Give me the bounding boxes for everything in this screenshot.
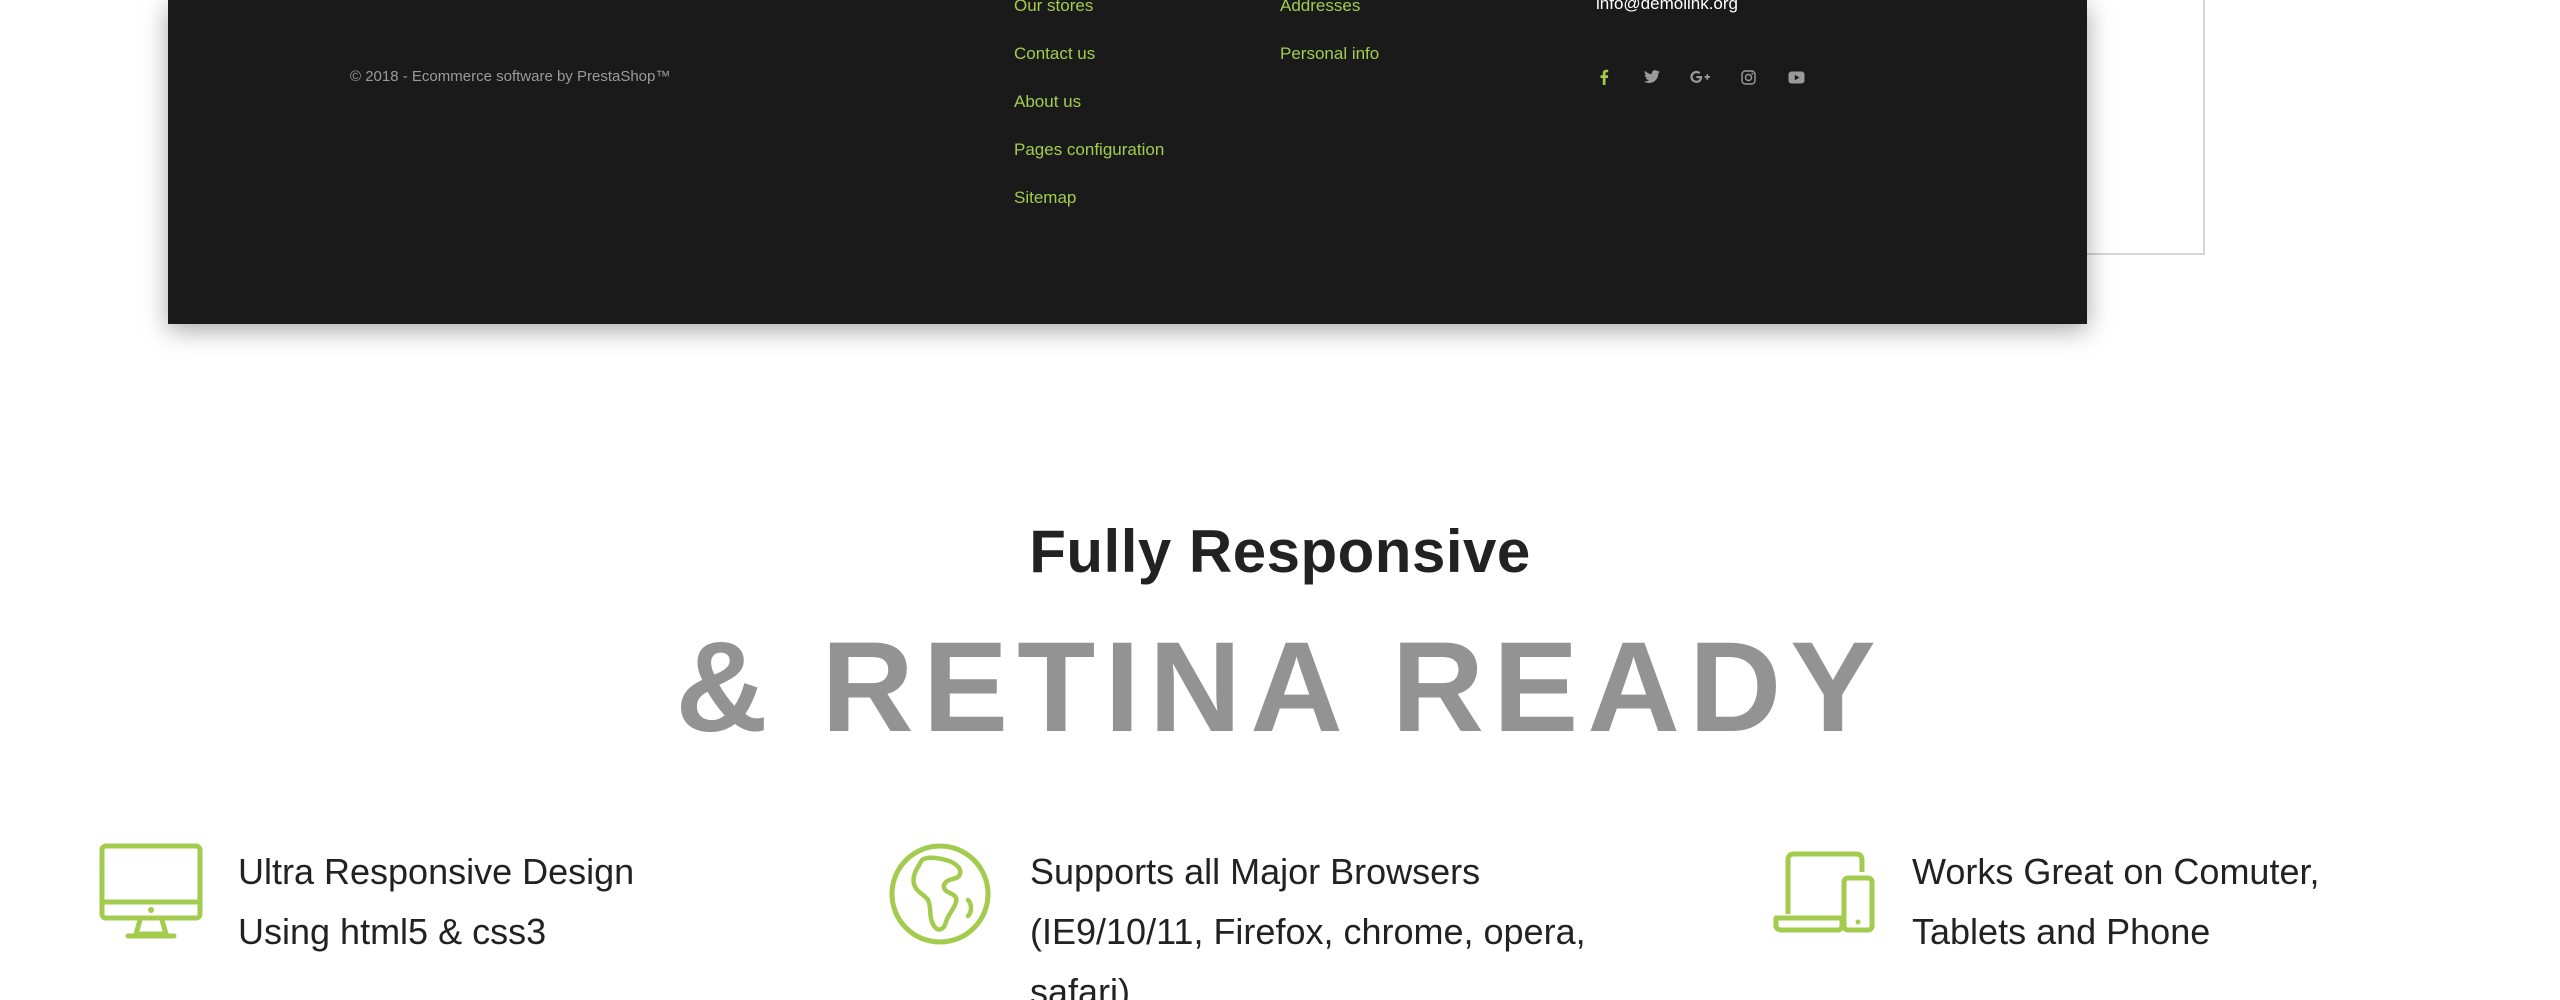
footer-link-item: About us [1014, 78, 1164, 126]
footer-link-item: Pages configuration [1014, 126, 1164, 174]
twitter-icon[interactable] [1636, 64, 1668, 90]
footer-links-list: Our stores Contact us About us Pages con… [1014, 0, 1164, 222]
feature-line: Works Great on Comuter, [1912, 851, 2320, 892]
footer-link-item: Personal info [1280, 30, 1379, 78]
preview-frame-border [2085, 0, 2205, 255]
footer-link-our-stores[interactable]: Our stores [1014, 0, 1093, 15]
feature-line: safari) [1030, 971, 1131, 1000]
footer-account-list: Addresses Personal info [1280, 0, 1379, 78]
footer-link-contact-us[interactable]: Contact us [1014, 44, 1095, 63]
hero-subtitle: & RETINA READY [675, 616, 1885, 759]
feature-text: Ultra Responsive Design Using html5 & cs… [238, 842, 634, 962]
feature-text: Supports all Major Browsers (IE9/10/11, … [1030, 842, 1586, 1000]
footer-link-about-us[interactable]: About us [1014, 92, 1081, 111]
feature-line: Supports all Major Browsers [1030, 851, 1481, 892]
devices-icon [1772, 842, 1876, 947]
footer-link-pages-configuration[interactable]: Pages configuration [1014, 140, 1164, 159]
feature-line: Tablets and Phone [1912, 911, 2211, 952]
feature-line: (IE9/10/11, Firefox, chrome, opera, [1030, 911, 1586, 952]
facebook-icon[interactable] [1588, 64, 1620, 90]
monitor-icon [98, 842, 204, 947]
instagram-icon[interactable] [1732, 64, 1764, 90]
google-plus-icon[interactable] [1684, 64, 1716, 90]
footer-link-personal-info[interactable]: Personal info [1280, 44, 1379, 63]
footer-contact-email[interactable]: info@demolink.org [1596, 0, 1738, 14]
footer-social-row [1588, 64, 1812, 90]
feature-text: Works Great on Comuter, Tablets and Phon… [1912, 842, 2319, 962]
footer-link-item: Our stores [1014, 0, 1164, 30]
hero-title: Fully Responsive [1029, 518, 1531, 585]
youtube-icon[interactable] [1780, 64, 1812, 90]
page: © 2018 - Ecommerce software by PrestaSho… [0, 0, 2560, 1000]
feature-line: Using html5 & css3 [238, 911, 547, 952]
feature-line: Ultra Responsive Design [238, 851, 635, 892]
footer-link-addresses[interactable]: Addresses [1280, 0, 1360, 15]
footer-link-item: Contact us [1014, 30, 1164, 78]
footer-preview: © 2018 - Ecommerce software by PrestaSho… [168, 0, 2087, 324]
footer-link-item: Sitemap [1014, 174, 1164, 222]
globe-icon [888, 842, 992, 951]
footer-link-sitemap[interactable]: Sitemap [1014, 188, 1076, 207]
footer-link-item: Addresses [1280, 0, 1379, 30]
footer-copyright: © 2018 - Ecommerce software by PrestaSho… [350, 68, 671, 85]
